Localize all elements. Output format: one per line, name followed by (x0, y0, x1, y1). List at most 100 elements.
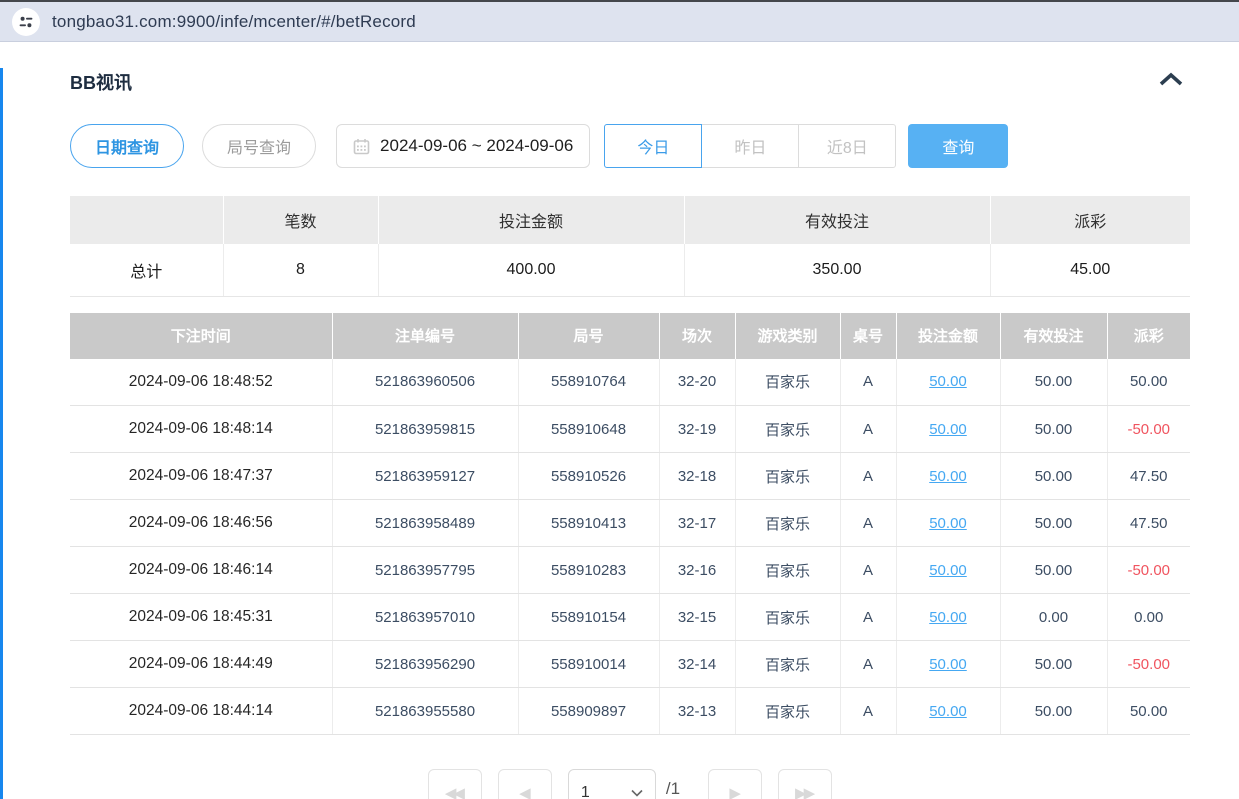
cell-game-type: 百家乐 (735, 594, 840, 641)
cell-bet-id: 521863958489 (332, 500, 518, 547)
cell-bet-amount: 50.00 (896, 359, 1000, 406)
page-url[interactable]: tongbao31.com:9900/infe/mcenter/#/betRec… (52, 12, 416, 32)
cell-round-id: 558910413 (518, 500, 659, 547)
cell-valid-bet: 50.00 (1000, 406, 1107, 453)
cell-session: 32-18 (659, 453, 735, 500)
right-arrow-icon: ▶ (729, 784, 738, 799)
collapse-panel-button[interactable] (1152, 68, 1190, 96)
summary-header-valid-bet: 有效投注 (684, 196, 990, 244)
summary-header-bet-amount: 投注金额 (378, 196, 684, 244)
quick-range-yesterday[interactable]: 昨日 (701, 124, 799, 168)
cell-round-id: 558910526 (518, 453, 659, 500)
summary-header-count: 笔数 (223, 196, 378, 244)
bet-amount-link[interactable]: 50.00 (929, 656, 967, 673)
cell-payout: 0.00 (1107, 594, 1190, 641)
cell-table-no: A (840, 359, 896, 406)
cell-session: 32-19 (659, 406, 735, 453)
bet-amount-link[interactable]: 50.00 (929, 703, 967, 720)
bet-record-table: 下注时间 注单编号 局号 场次 游戏类别 桌号 投注金额 有效投注 派彩 202… (70, 313, 1190, 736)
cell-table-no: A (840, 500, 896, 547)
cell-table-no: A (840, 453, 896, 500)
summary-header-payout: 派彩 (990, 196, 1190, 244)
summary-row: 总计 8 400.00 350.00 45.00 (70, 244, 1190, 296)
round-query-tab[interactable]: 局号查询 (202, 124, 316, 168)
filter-bar: 日期查询 局号查询 2024-09-06 ~ 2024-09-06 (70, 124, 1190, 168)
cell-bet-time: 2024-09-06 18:46:14 (70, 547, 332, 594)
first-page-button[interactable]: ◀◀ (428, 769, 482, 799)
cell-bet-amount: 50.00 (896, 641, 1000, 688)
quick-range-last8days[interactable]: 近8日 (798, 124, 896, 168)
cell-game-type: 百家乐 (735, 359, 840, 406)
cell-session: 32-15 (659, 594, 735, 641)
summary-bet-amount-value: 400.00 (378, 244, 684, 296)
cell-table-no: A (840, 547, 896, 594)
cell-game-type: 百家乐 (735, 406, 840, 453)
cell-game-type: 百家乐 (735, 641, 840, 688)
table-row: 2024-09-06 18:44:14 521863955580 5589098… (70, 688, 1190, 735)
cell-round-id: 558910283 (518, 547, 659, 594)
summary-total-label: 总计 (70, 244, 223, 296)
table-row: 2024-09-06 18:44:49 521863956290 5589100… (70, 641, 1190, 688)
cell-bet-amount: 50.00 (896, 500, 1000, 547)
cell-valid-bet: 50.00 (1000, 453, 1107, 500)
cell-payout: 47.50 (1107, 453, 1190, 500)
bet-record-panel: BB视讯 日期查询 局号查询 (0, 68, 1239, 799)
summary-payout-value: 45.00 (990, 244, 1190, 296)
summary-header-blank (70, 196, 223, 244)
next-page-button[interactable]: ▶ (708, 769, 762, 799)
cell-bet-id: 521863959127 (332, 453, 518, 500)
left-arrow-icon: ◀ (519, 784, 528, 799)
query-button[interactable]: 查询 (908, 124, 1008, 168)
cell-payout: -50.00 (1107, 641, 1190, 688)
bet-amount-link[interactable]: 50.00 (929, 421, 967, 438)
col-header-game-type: 游戏类别 (735, 313, 840, 359)
table-row: 2024-09-06 18:45:31 521863957010 5589101… (70, 594, 1190, 641)
bet-amount-link[interactable]: 50.00 (929, 515, 967, 532)
cell-bet-time: 2024-09-06 18:47:37 (70, 453, 332, 500)
quick-range-today[interactable]: 今日 (604, 124, 702, 168)
col-header-bet-amount: 投注金额 (896, 313, 1000, 359)
last-page-button[interactable]: ▶▶ (778, 769, 832, 799)
col-header-bet-time: 下注时间 (70, 313, 332, 359)
cell-valid-bet: 50.00 (1000, 641, 1107, 688)
cell-bet-amount: 50.00 (896, 688, 1000, 735)
page-select[interactable]: 1 (568, 769, 656, 799)
prev-page-button[interactable]: ◀ (498, 769, 552, 799)
cell-game-type: 百家乐 (735, 453, 840, 500)
table-row: 2024-09-06 18:46:14 521863957795 5589102… (70, 547, 1190, 594)
cell-round-id: 558909897 (518, 688, 659, 735)
bet-amount-link[interactable]: 50.00 (929, 373, 967, 390)
cell-game-type: 百家乐 (735, 500, 840, 547)
cell-round-id: 558910764 (518, 359, 659, 406)
pagination: ◀◀ ◀ 1 /1 ▶ ▶▶ (70, 769, 1190, 799)
cell-bet-time: 2024-09-06 18:48:52 (70, 359, 332, 406)
cell-bet-amount: 50.00 (896, 453, 1000, 500)
cell-bet-time: 2024-09-06 18:46:56 (70, 500, 332, 547)
table-row: 2024-09-06 18:48:52 521863960506 5589107… (70, 359, 1190, 406)
site-settings-icon[interactable] (12, 8, 40, 36)
cell-round-id: 558910648 (518, 406, 659, 453)
bet-amount-link[interactable]: 50.00 (929, 562, 967, 579)
date-query-tab[interactable]: 日期查询 (70, 124, 184, 168)
cell-table-no: A (840, 594, 896, 641)
bet-amount-link[interactable]: 50.00 (929, 468, 967, 485)
table-row: 2024-09-06 18:46:56 521863958489 5589104… (70, 500, 1190, 547)
cell-bet-time: 2024-09-06 18:44:14 (70, 688, 332, 735)
date-range-picker[interactable]: 2024-09-06 ~ 2024-09-06 (336, 124, 590, 168)
date-range-value: 2024-09-06 ~ 2024-09-06 (380, 136, 573, 156)
cell-bet-time: 2024-09-06 18:45:31 (70, 594, 332, 641)
url-bar: tongbao31.com:9900/infe/mcenter/#/betRec… (0, 2, 1239, 42)
col-header-payout: 派彩 (1107, 313, 1190, 359)
cell-payout: -50.00 (1107, 406, 1190, 453)
chevron-up-icon (1158, 74, 1184, 91)
cell-session: 32-20 (659, 359, 735, 406)
table-row: 2024-09-06 18:47:37 521863959127 5589105… (70, 453, 1190, 500)
bet-amount-link[interactable]: 50.00 (929, 609, 967, 626)
double-left-arrow-icon: ◀◀ (445, 784, 462, 799)
cell-session: 32-17 (659, 500, 735, 547)
col-header-round-id: 局号 (518, 313, 659, 359)
cell-valid-bet: 50.00 (1000, 500, 1107, 547)
summary-valid-bet-value: 350.00 (684, 244, 990, 296)
cell-table-no: A (840, 406, 896, 453)
cell-valid-bet: 50.00 (1000, 688, 1107, 735)
